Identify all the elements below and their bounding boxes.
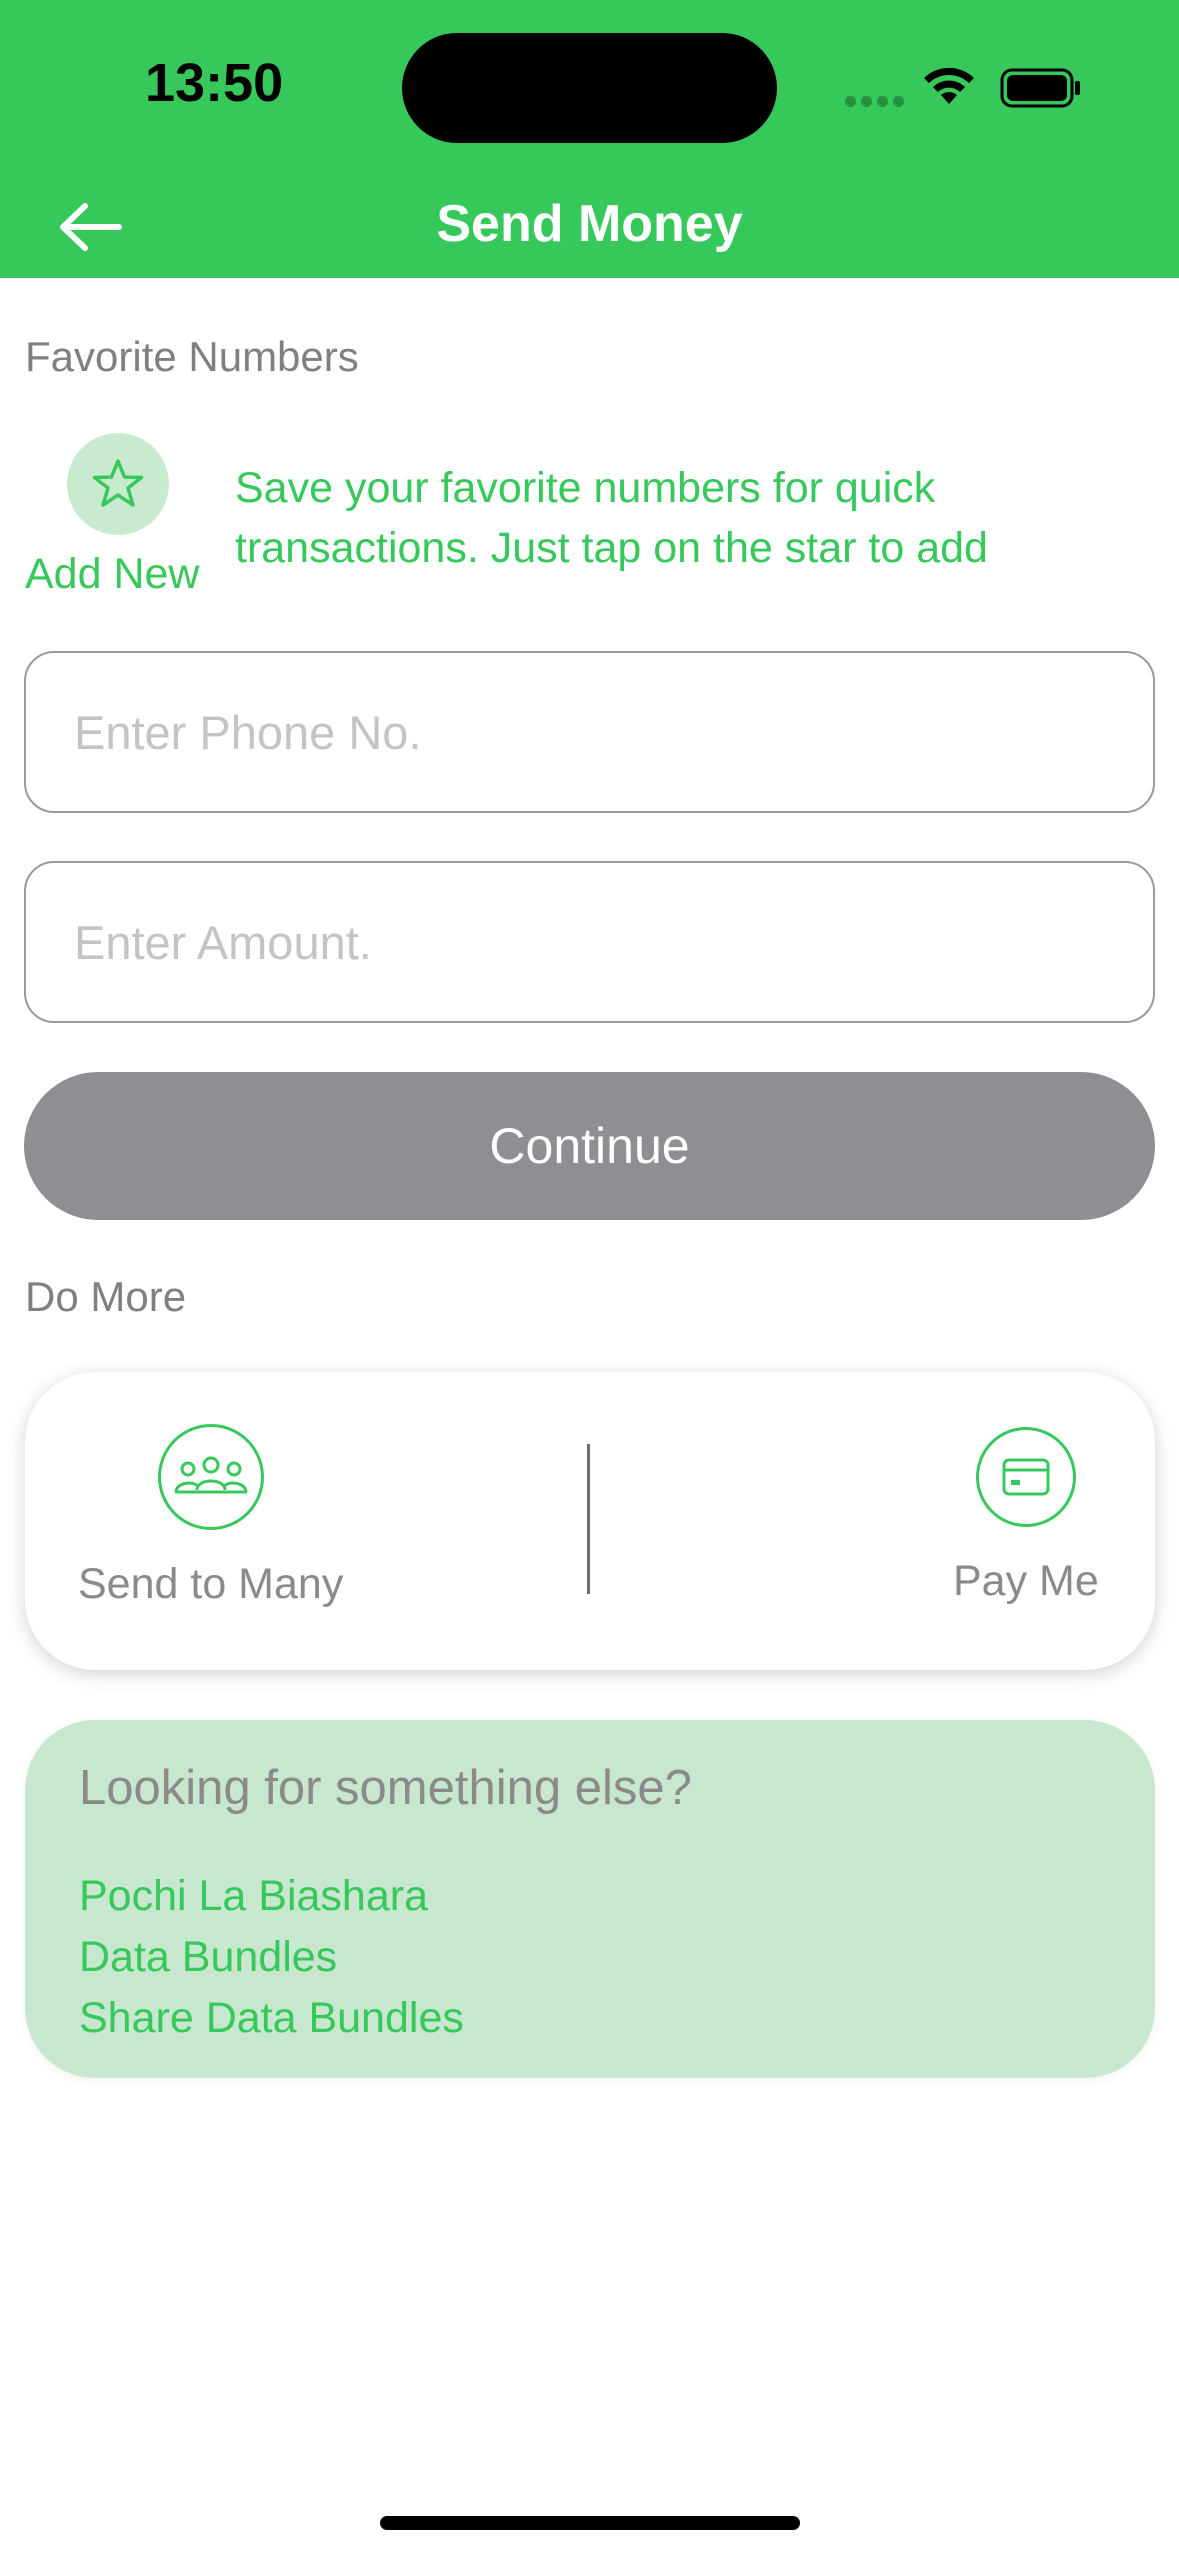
add-new-label: Add New <box>25 550 200 598</box>
send-money-screen: 13:50 Send Money Favorite Numbers Add Ne… <box>0 0 1179 2556</box>
pay-me-icon-circle <box>975 1427 1076 1527</box>
pay-me-button[interactable]: Pay Me <box>953 1427 1099 1606</box>
do-more-card: Send to Many Pay Me <box>25 1372 1155 1670</box>
actions-divider <box>587 1444 590 1594</box>
cellular-signal-icon <box>845 94 909 112</box>
share-data-bundles-link[interactable]: Share Data Bundles <box>79 1988 464 2049</box>
group-icon <box>174 1456 248 1494</box>
pay-me-label: Pay Me <box>953 1557 1099 1605</box>
send-to-many-button[interactable]: Send to Many <box>78 1424 343 1609</box>
favorites-section-label: Favorite Numbers <box>25 333 359 380</box>
dynamic-island <box>402 33 777 143</box>
home-indicator[interactable] <box>380 2516 800 2530</box>
do-more-section-label: Do More <box>25 1273 187 1320</box>
phone-input-wrapper <box>24 651 1155 813</box>
star-icon <box>92 459 144 507</box>
amount-input[interactable] <box>26 863 1153 1021</box>
favorites-hint: Save your favorite numbers for quick tra… <box>235 464 988 572</box>
phone-input[interactable] <box>26 653 1153 811</box>
data-bundles-link[interactable]: Data Bundles <box>79 1927 464 1988</box>
looking-for-else-card: Looking for something else? Pochi La Bia… <box>25 1720 1155 2078</box>
star-circle[interactable] <box>67 433 169 535</box>
page-title: Send Money <box>436 195 743 253</box>
card-icon <box>1002 1458 1050 1496</box>
send-to-many-label: Send to Many <box>78 1560 344 1608</box>
else-links: Pochi La Biashara Data Bundles Share Dat… <box>79 1866 464 2049</box>
pochi-la-biashara-link[interactable]: Pochi La Biashara <box>79 1866 464 1927</box>
status-time: 13:50 <box>145 53 284 113</box>
battery-icon <box>1000 68 1080 108</box>
wifi-icon <box>924 67 974 104</box>
continue-button[interactable]: Continue <box>24 1072 1155 1220</box>
send-to-many-icon-circle <box>157 1424 264 1530</box>
amount-input-wrapper <box>24 861 1155 1023</box>
header-bar: 13:50 Send Money <box>0 0 1179 278</box>
add-favorite-button[interactable]: Add New <box>25 430 210 610</box>
looking-for-else-title: Looking for something else? <box>79 1761 692 1815</box>
